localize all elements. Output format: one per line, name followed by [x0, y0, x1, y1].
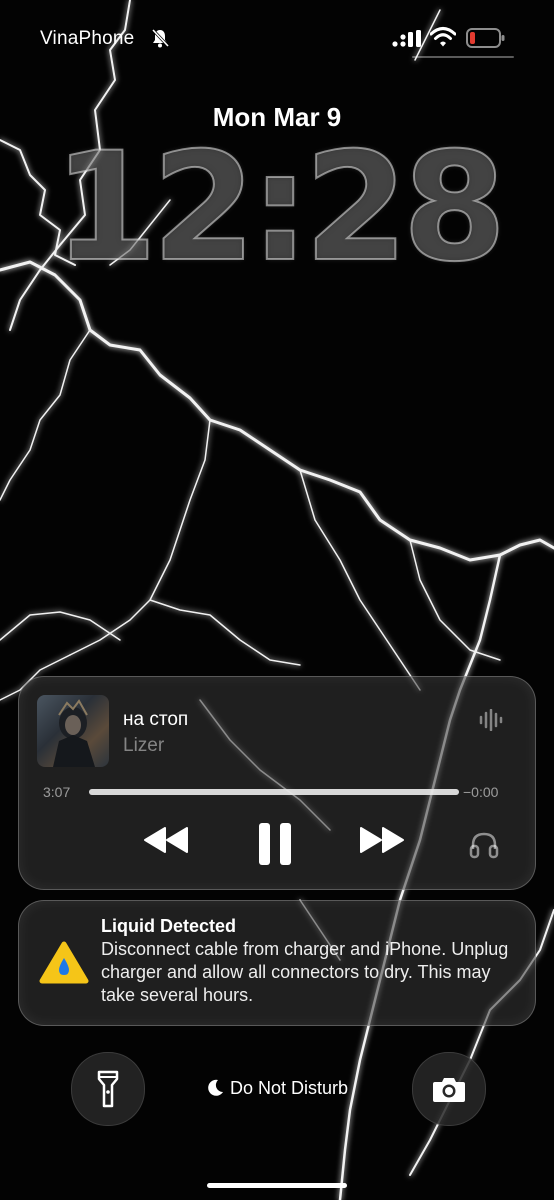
fast-forward-button[interactable]	[357, 825, 405, 855]
focus-mode-label: Do Not Disturb	[229, 1077, 349, 1098]
song-artist: Lizer	[123, 735, 165, 756]
camera-icon	[433, 1078, 465, 1102]
headphones-icon[interactable]	[469, 831, 499, 859]
notification-body: Disconnect cable from charger and iPhone…	[101, 939, 509, 1005]
lock-screen-clock: 12:28	[52, 121, 507, 295]
album-art[interactable]	[37, 695, 109, 767]
album-art-image	[53, 699, 95, 767]
status-bar-indicator	[412, 56, 514, 58]
playback-scrubber[interactable]	[89, 789, 459, 795]
elapsed-time: 3:07	[43, 784, 71, 800]
signal-strength-icon	[392, 30, 421, 47]
pause-button[interactable]	[255, 821, 295, 867]
moon-icon	[208, 1080, 223, 1097]
rewind-button[interactable]	[143, 825, 191, 855]
liquid-detected-notification[interactable]: Liquid Detected Disconnect cable from ch…	[18, 900, 536, 1026]
home-indicator[interactable]	[207, 1183, 347, 1188]
liquid-warning-icon	[39, 941, 89, 984]
now-playing-widget[interactable]: на стоп Lizer 3:07 −0:00	[18, 676, 536, 890]
waveform-icon	[479, 709, 503, 731]
notification-title: Liquid Detected	[101, 916, 237, 936]
carrier-name: VinaPhone	[40, 28, 135, 49]
wifi-icon	[430, 27, 456, 47]
bell-slash-icon	[151, 28, 170, 48]
playback-progress-fill	[89, 789, 459, 795]
song-title: на стоп	[123, 709, 189, 730]
remaining-time: −0:00	[463, 784, 499, 800]
camera-button[interactable]	[412, 1052, 486, 1126]
battery-icon	[466, 28, 505, 48]
